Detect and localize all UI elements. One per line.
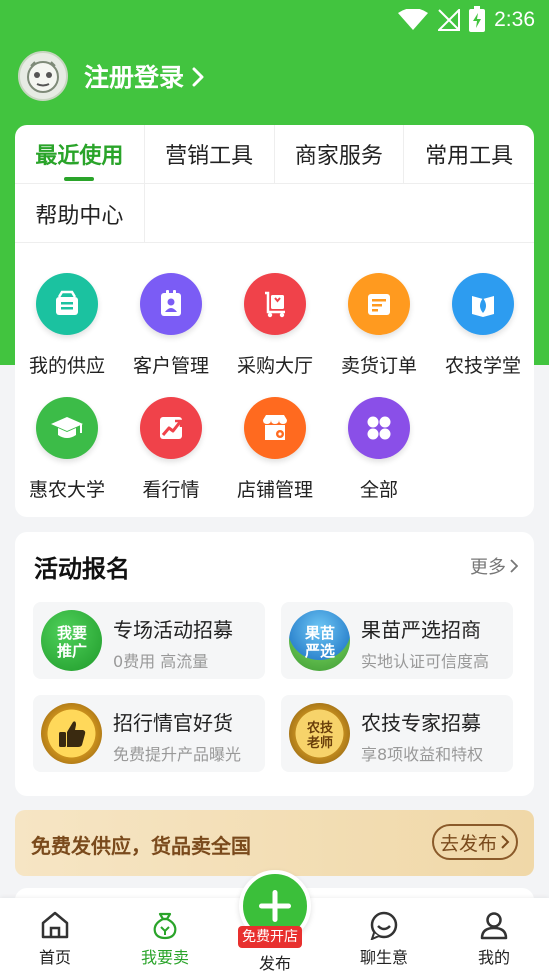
tool-label: 采购大厅 — [236, 355, 313, 377]
order-list-icon — [348, 273, 410, 335]
promote-badge-icon: 我要 推广 — [41, 610, 102, 671]
tool-label: 店铺管理 — [236, 479, 313, 501]
tab-label: 最近使用 — [35, 144, 124, 169]
activity-card: 活动报名 更多 我要 推广 专场活动招募 0费用 高流量 果苗 严选 果苗严选招… — [15, 532, 534, 796]
banner-text: 免费发供应，货品卖全国 — [31, 834, 251, 858]
activity-item-subtitle: 免费提升产品曝光 — [113, 745, 242, 764]
tool-label: 全部 — [359, 479, 398, 501]
publish-banner[interactable]: 免费发供应，货品卖全国 去发布 — [15, 810, 534, 876]
tab-recent[interactable]: 最近使用 — [15, 125, 145, 184]
activity-item-agri-expert[interactable]: 农技 老师 农技专家招募 享8项收益和特权 — [281, 695, 513, 772]
login-link[interactable]: 注册登录 — [84, 58, 204, 94]
tool-label: 看行情 — [142, 479, 200, 501]
svg-text:老师: 老师 — [305, 735, 332, 751]
svg-text:严选: 严选 — [303, 642, 334, 660]
avatar[interactable] — [18, 51, 68, 101]
activity-item-subtitle: 0费用 高流量 — [113, 652, 209, 671]
go-publish-button[interactable]: 去发布 — [432, 824, 518, 860]
chat-smile-icon — [370, 911, 398, 940]
tool-label: 惠农大学 — [28, 479, 105, 501]
all-grid-icon — [348, 397, 410, 459]
tab-marketing[interactable]: 营销工具 — [144, 125, 275, 184]
tool-customer-management[interactable]: 客户管理 — [119, 273, 223, 393]
nav-label: 我的 — [477, 948, 510, 967]
graduation-cap-icon — [36, 397, 98, 459]
wifi-icon — [398, 9, 428, 30]
tool-purchase-hall[interactable]: 采购大厅 — [223, 273, 327, 393]
nav-mine[interactable]: 我的 — [439, 898, 549, 976]
tab-label: 帮助中心 — [35, 203, 124, 229]
activity-item-title: 专场活动招募 — [113, 618, 233, 642]
trend-chart-icon — [140, 397, 202, 459]
tools-tabs: 最近使用 营销工具 商家服务 常用工具 帮助中心 — [15, 125, 534, 243]
plus-icon — [259, 890, 291, 922]
contact-card-icon — [140, 273, 202, 335]
activity-more-link[interactable]: 更多 — [470, 553, 518, 579]
nav-sell[interactable]: 我要卖 — [110, 898, 220, 976]
tab-label: 商家服务 — [294, 144, 383, 169]
free-shop-badge: 免费开店 — [238, 926, 302, 948]
mascot-avatar-icon — [27, 61, 59, 93]
tool-label: 我的供应 — [28, 355, 105, 377]
status-bar: 2:36 — [0, 0, 549, 40]
tools-card: 最近使用 营销工具 商家服务 常用工具 帮助中心 我的供应 客户管理 采购大厅 … — [15, 125, 534, 517]
svg-text:农技: 农技 — [305, 720, 333, 736]
activity-item-seedling-select[interactable]: 果苗 严选 果苗严选招商 实地认证可信度高 — [281, 602, 513, 679]
sell-bag-icon — [153, 912, 177, 940]
tool-shop-management[interactable]: 店铺管理 — [223, 397, 327, 517]
tab-help-center[interactable]: 帮助中心 — [15, 184, 145, 243]
leaf-book-icon — [452, 273, 514, 335]
activity-item-subtitle: 享8项收益和特权 — [361, 745, 484, 764]
go-publish-label: 去发布 — [439, 832, 497, 855]
chevron-right-icon — [510, 559, 518, 573]
profile-login[interactable]: 注册登录 — [18, 50, 204, 102]
home-icon — [41, 911, 69, 939]
tab-label: 常用工具 — [425, 144, 514, 169]
tab-common-tools[interactable]: 常用工具 — [404, 125, 534, 184]
login-label: 注册登录 — [84, 63, 185, 92]
user-icon — [480, 912, 508, 940]
tool-market-quotes[interactable]: 看行情 — [119, 397, 223, 517]
tool-label: 农技学堂 — [444, 355, 521, 377]
activity-item-subtitle: 实地认证可信度高 — [361, 652, 490, 671]
tool-all[interactable]: 全部 — [327, 397, 431, 517]
nav-label[interactable]: 发布 — [245, 950, 305, 974]
expert-badge-icon: 农技 老师 — [289, 703, 350, 764]
purchase-cart-icon — [244, 273, 306, 335]
activity-title: 活动报名 — [34, 555, 130, 583]
tool-label: 客户管理 — [132, 355, 209, 377]
svg-text:推广: 推广 — [56, 642, 86, 660]
nav-home[interactable]: 首页 — [0, 898, 110, 976]
tool-sales-orders[interactable]: 卖货订单 — [327, 273, 431, 393]
activity-item-title: 招行情官好货 — [113, 711, 233, 735]
active-tab-indicator — [64, 177, 95, 181]
seedling-badge-icon: 果苗 严选 — [289, 610, 350, 671]
activity-item-title: 农技专家招募 — [361, 711, 481, 735]
tab-label: 营销工具 — [165, 144, 254, 169]
nav-label: 我要卖 — [140, 948, 189, 967]
more-label: 更多 — [470, 557, 506, 578]
chevron-right-icon — [192, 67, 204, 87]
nav-chat[interactable]: 聊生意 — [329, 898, 439, 976]
thumbs-up-badge-icon — [41, 703, 102, 764]
tool-my-supply[interactable]: 我的供应 — [15, 273, 119, 393]
tool-agri-school[interactable]: 农技学堂 — [431, 273, 535, 393]
activity-item-special-event[interactable]: 我要 推广 专场活动招募 0费用 高流量 — [33, 602, 265, 679]
activity-item-quotes-goods[interactable]: 招行情官好货 免费提升产品曝光 — [33, 695, 265, 772]
tool-label: 卖货订单 — [340, 355, 417, 377]
tool-huinong-university[interactable]: 惠农大学 — [15, 397, 119, 517]
activity-item-title: 果苗严选招商 — [361, 618, 481, 642]
tab-merchant-services[interactable]: 商家服务 — [274, 125, 405, 184]
nav-label: 首页 — [38, 948, 71, 967]
shop-gear-icon — [244, 397, 306, 459]
svg-text:果苗: 果苗 — [303, 624, 334, 642]
nav-label: 聊生意 — [359, 948, 408, 967]
battery-icon — [469, 6, 485, 32]
status-time: 2:36 — [494, 8, 535, 31]
store-box-icon — [36, 273, 98, 335]
chevron-right-icon — [501, 835, 510, 849]
svg-text:我要: 我要 — [56, 624, 86, 642]
signal-icon — [438, 9, 460, 31]
